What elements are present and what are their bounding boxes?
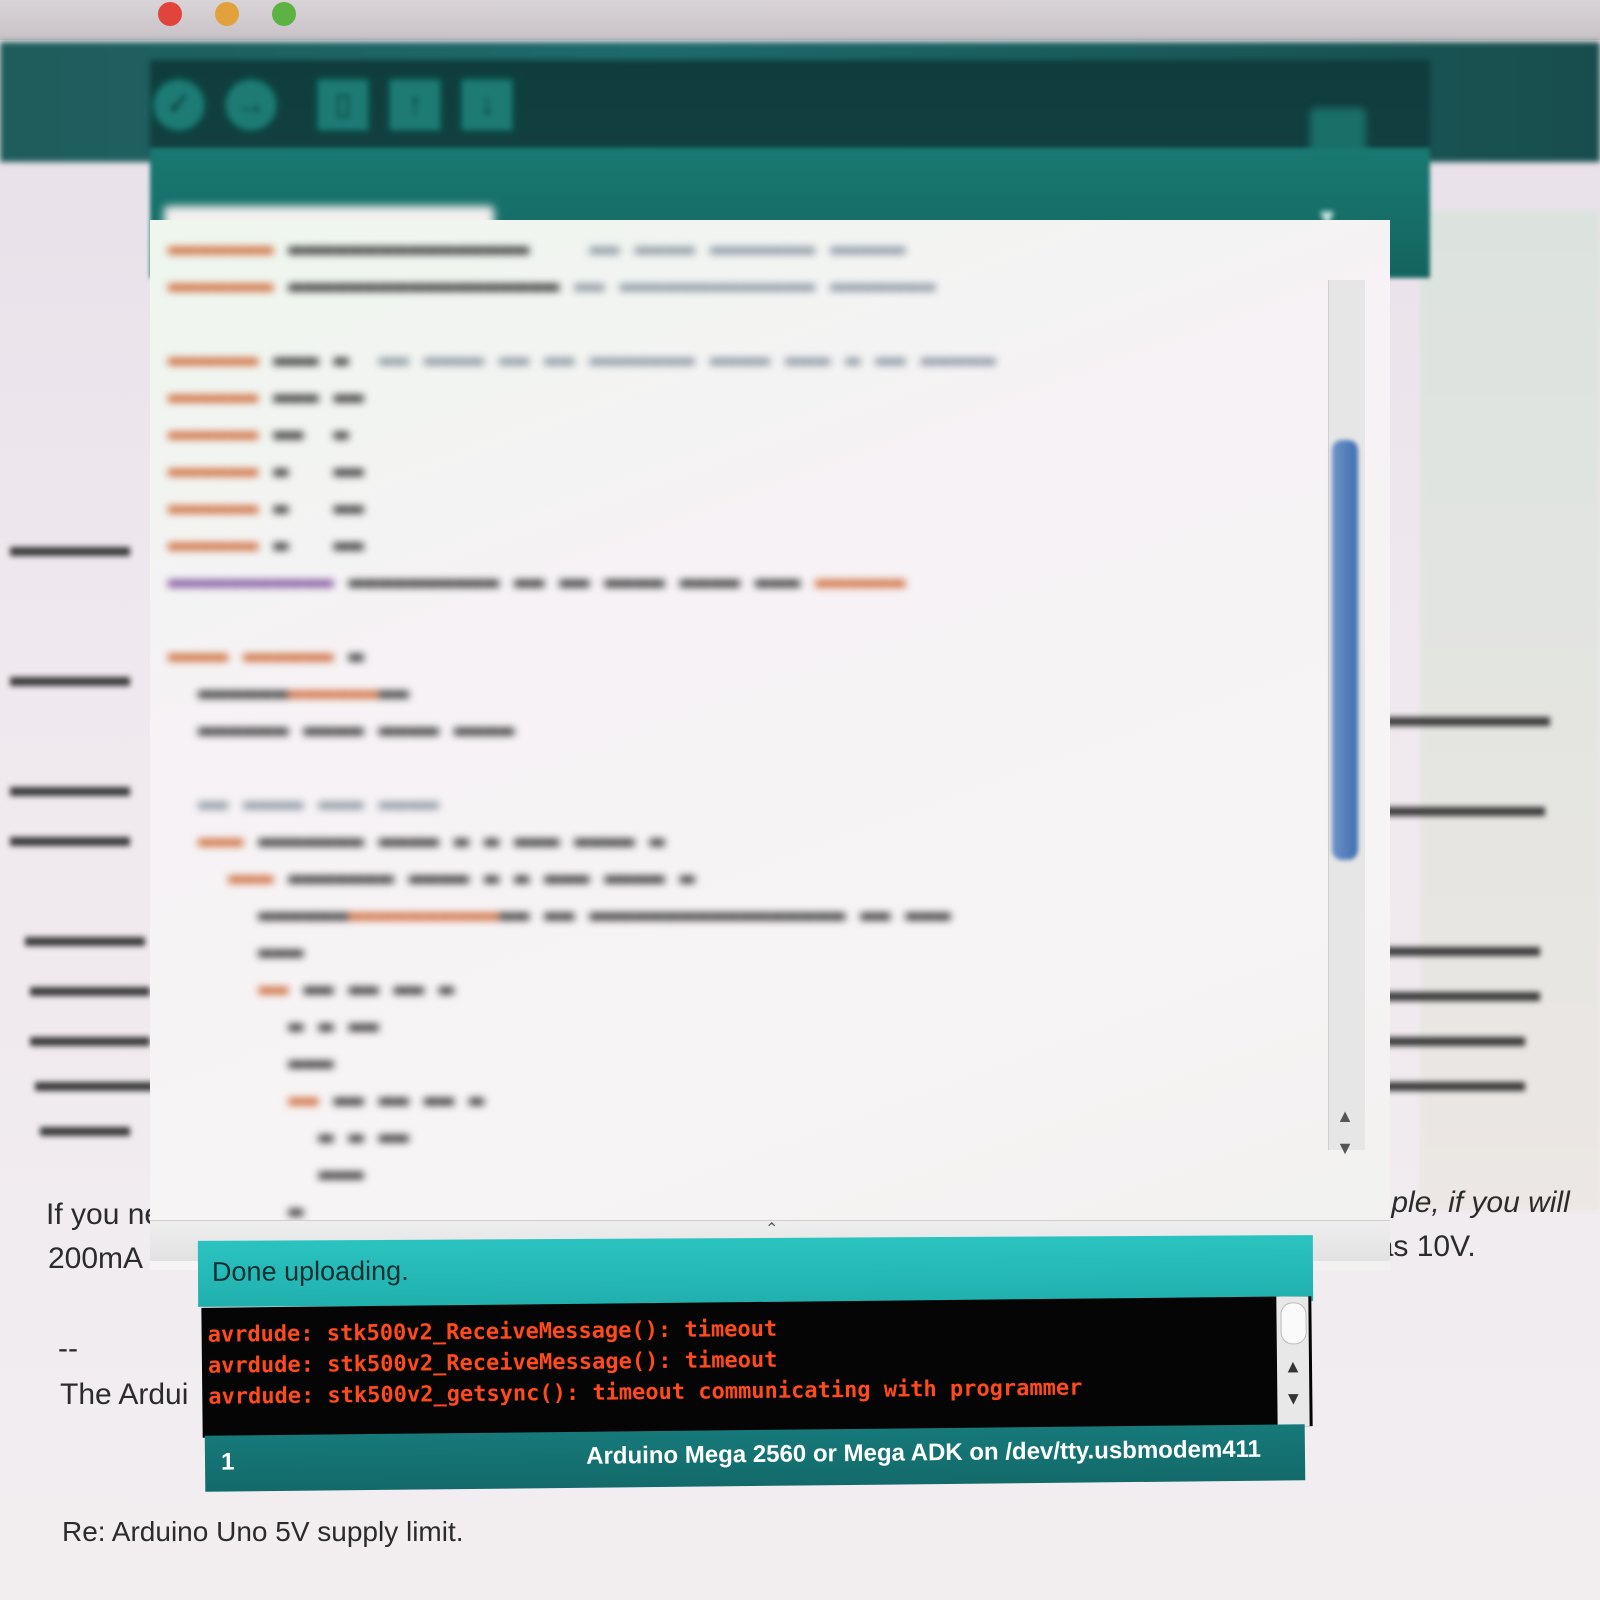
upload-button[interactable]: →: [222, 76, 280, 134]
code-line: ▬▬▬▬▬▬▬▬▬▬▬▬▬▬▬▬▬▬ ▬▬ ▬▬▬▬▬▬▬▬▬▬▬▬▬▬▬▬▬ …: [168, 900, 951, 929]
line-number: 1: [220, 1448, 235, 1476]
blurred-text: ▬▬▬▬: [10, 530, 130, 563]
code-line: ▬▬▬▬▬▬▬▬▬▬▬ ▬▬▬▬▬▬▬▬▬▬ ▬▬ ▬▬ ▬▬▬▬ ▬▬▬▬ ▬…: [168, 567, 906, 596]
zoom-window-icon[interactable]: [272, 2, 296, 26]
code-line: ▬▬▬▬▬▬ ▬▬▬▬ ▬▬▬▬ ▬▬▬▬: [168, 715, 515, 744]
code-line: ▬▬▬▬▬▬▬▬▬▬▬▬▬▬: [168, 678, 409, 707]
divider-grip-icon[interactable]: ⌃: [765, 1219, 778, 1239]
blurred-text: ▬▬▬▬: [30, 1020, 150, 1053]
console-scroll-arrows[interactable]: ▲ ▼: [1281, 1350, 1306, 1414]
blurred-text: ▬▬▬▬: [35, 1065, 155, 1098]
code-line: ▬▬▬▬▬▬ ▬▬▬ ▬▬: [168, 382, 364, 411]
code-line: ▬▬ ▬▬▬▬ ▬▬▬ ▬▬▬▬: [198, 789, 439, 818]
blurred-text: ▬▬▬▬: [10, 770, 130, 803]
open-icon: ↑: [407, 88, 423, 121]
background-titlebar: [0, 0, 1600, 40]
arduino-ide-window: ✓ → ▯ ↑ ↓ ▬▬▬▬▬▬▬▬▬▬ ▾ ▬▬▬▬▬▬▬ ▬▬▬▬▬▬▬▬▬…: [150, 60, 1430, 1500]
verify-button[interactable]: ✓: [150, 76, 208, 134]
console-lines: avrdude: stk500v2_ReceiveMessage(): time…: [207, 1311, 1083, 1413]
scroll-up-icon[interactable]: ▲: [1330, 1100, 1360, 1132]
code-line: ▬ ▬ ▬▬: [168, 1011, 379, 1040]
code-line: ▬▬▬: [168, 1048, 334, 1077]
code-line: ▬▬▬: [168, 1159, 364, 1188]
open-button[interactable]: ↑: [386, 76, 444, 134]
board-port-info: Arduino Mega 2560 or Mega ADK on /dev/tt…: [586, 1435, 1262, 1470]
code-line: ▬▬▬▬▬▬▬ ▬▬▬▬▬▬▬▬▬▬▬▬▬▬▬▬ ▬▬ ▬▬▬▬ ▬▬▬▬▬▬▬…: [168, 234, 906, 263]
code-line: ▬▬▬▬▬▬ ▬▬ ▬: [168, 419, 349, 448]
save-button[interactable]: ↓: [458, 76, 516, 134]
save-icon: ↓: [479, 88, 495, 121]
code-line: ▬▬▬▬▬▬ ▬ ▬▬: [168, 456, 364, 485]
page-text-fragment: --: [58, 1332, 78, 1365]
code-editor[interactable]: ▬▬▬▬▬▬▬ ▬▬▬▬▬▬▬▬▬▬▬▬▬▬▬▬ ▬▬ ▬▬▬▬ ▬▬▬▬▬▬▬…: [150, 220, 1390, 1270]
blurred-text: ▬▬▬▬: [30, 970, 150, 1003]
blurred-text: ▬▬▬: [40, 1110, 130, 1143]
code-line: ▬▬▬▬▬▬ ▬▬▬ ▬ ▬▬ ▬▬▬▬ ▬▬ ▬▬ ▬▬▬▬▬▬▬ ▬▬▬▬ …: [168, 345, 996, 374]
scroll-down-icon[interactable]: ▼: [1330, 1132, 1360, 1164]
scroll-down-icon[interactable]: ▼: [1281, 1382, 1305, 1414]
console-scrollbar[interactable]: ▲ ▼: [1276, 1296, 1310, 1427]
console-output[interactable]: avrdude: stk500v2_ReceiveMessage(): time…: [201, 1296, 1313, 1438]
close-window-icon[interactable]: [158, 2, 182, 26]
status-bar: Done uploading.: [197, 1235, 1314, 1307]
blurred-text: ▬▬▬▬: [10, 820, 130, 853]
code-line: ▬▬▬▬ ▬▬▬▬▬▬ ▬: [168, 641, 364, 670]
editor-scroll-thumb[interactable]: [1332, 440, 1358, 860]
editor-scroll-arrows[interactable]: ▲ ▼: [1330, 1100, 1360, 1170]
code-line: ▬ ▬ ▬▬: [168, 1122, 409, 1151]
code-line: ▬▬▬▬▬▬ ▬ ▬▬: [168, 530, 364, 559]
blurred-text: ▬▬▬▬: [10, 660, 130, 693]
code-line: ▬▬▬: [168, 937, 304, 966]
console-scroll-thumb[interactable]: [1280, 1302, 1307, 1345]
code-line: ▬▬ ▬▬ ▬▬ ▬▬ ▬: [258, 974, 454, 1003]
new-button[interactable]: ▯: [314, 76, 372, 134]
blurred-text: ▬▬▬▬: [25, 920, 145, 953]
code-line: ▬▬▬▬▬▬▬ ▬▬▬▬▬▬▬▬▬▬▬▬▬▬▬▬▬▬ ▬▬ ▬▬▬▬▬▬▬▬▬▬…: [168, 271, 936, 300]
code-line: ▬▬ ▬▬ ▬▬ ▬▬ ▬: [288, 1085, 485, 1114]
code-line: ▬▬▬ ▬▬▬▬▬▬▬ ▬▬▬▬ ▬ ▬ ▬▬▬ ▬▬▬▬ ▬: [198, 826, 665, 855]
scroll-up-icon[interactable]: ▲: [1281, 1350, 1305, 1382]
arrow-right-icon: →: [236, 88, 266, 121]
ide-footer: 1 Arduino Mega 2560 or Mega ADK on /dev/…: [204, 1424, 1306, 1492]
minimize-window-icon[interactable]: [215, 2, 239, 26]
new-file-icon: ▯: [334, 88, 352, 121]
status-message: Done uploading.: [211, 1255, 409, 1287]
forum-post-title[interactable]: Re: Arduino Uno 5V supply limit.: [62, 1516, 464, 1548]
checkmark-icon: ✓: [166, 88, 192, 121]
blurred-code: ▬▬▬▬▬▬▬ ▬▬▬▬▬▬▬▬▬▬▬▬▬▬▬▬ ▬▬ ▬▬▬▬ ▬▬▬▬▬▬▬…: [168, 230, 1268, 1229]
code-line: ▬▬▬ ▬▬▬▬▬▬▬ ▬▬▬▬ ▬ ▬ ▬▬▬ ▬▬▬▬ ▬: [228, 863, 695, 892]
ide-toolbar: ✓ → ▯ ↑ ↓: [150, 60, 1430, 150]
code-line: ▬▬▬▬▬▬ ▬ ▬▬: [168, 493, 364, 522]
